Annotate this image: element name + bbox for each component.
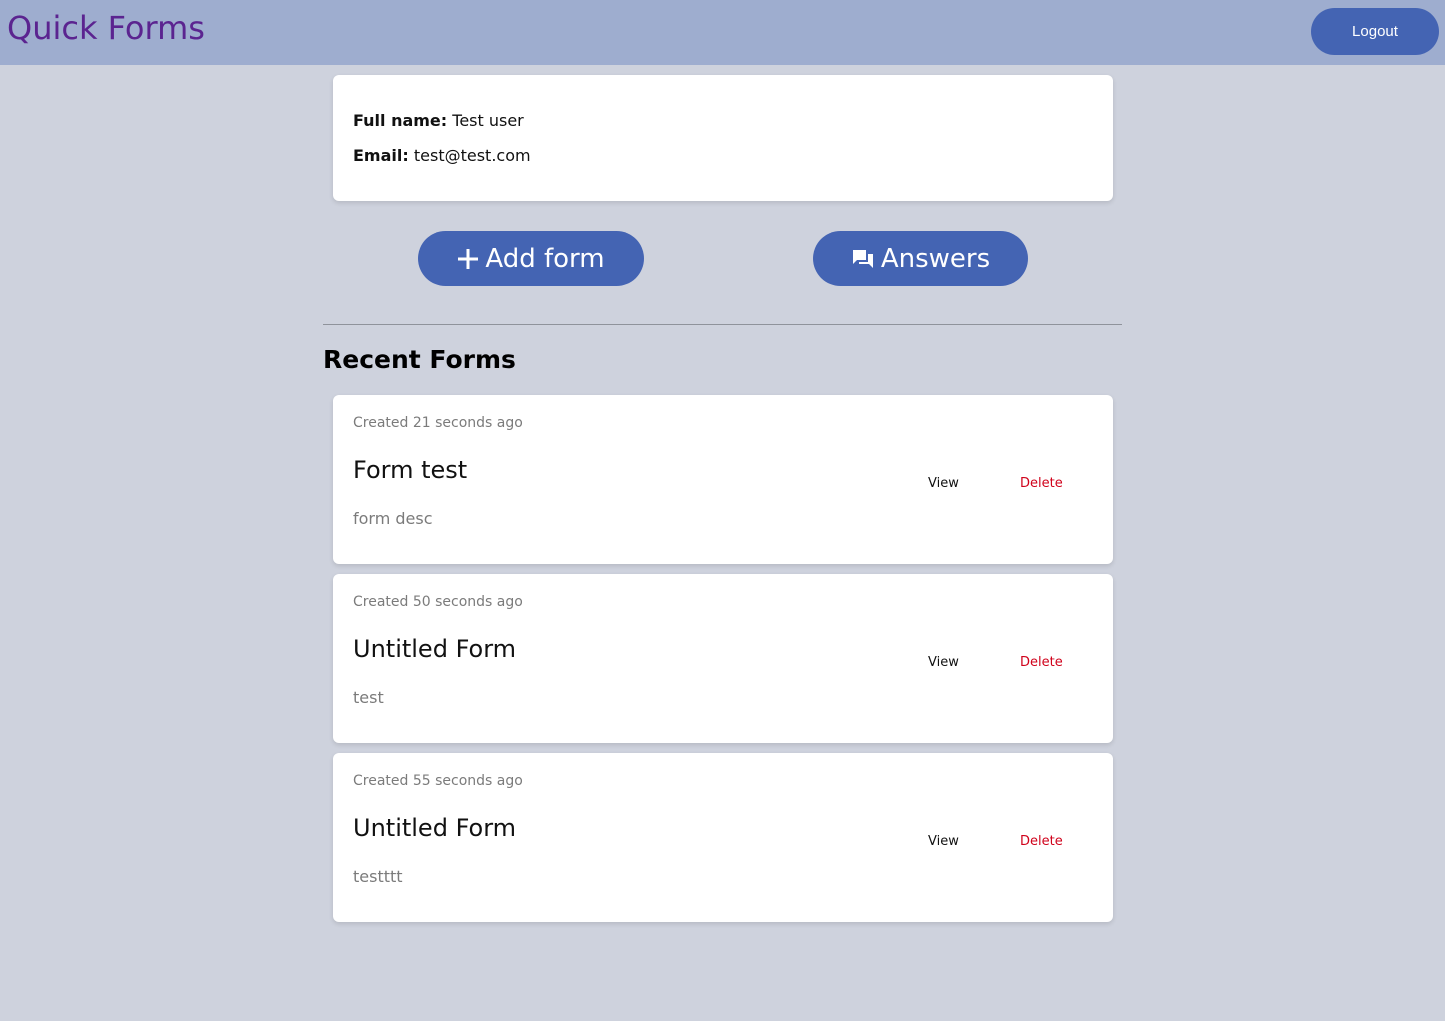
- email-label: Email:: [353, 146, 409, 165]
- logout-button[interactable]: Logout: [1311, 8, 1439, 55]
- form-card: Created 21 seconds ago Form test form de…: [333, 395, 1113, 564]
- profile-card: Full name: Test user Email: test@test.co…: [333, 75, 1113, 201]
- form-description: testttt: [353, 867, 403, 886]
- recent-forms-title: Recent Forms: [323, 345, 516, 374]
- delete-form-button[interactable]: Delete: [1020, 834, 1063, 849]
- view-form-button[interactable]: View: [928, 476, 959, 491]
- chat-icon: [851, 248, 875, 270]
- delete-form-button[interactable]: Delete: [1020, 476, 1063, 491]
- form-title: Untitled Form: [353, 635, 517, 663]
- profile-email-row: Email: test@test.com: [353, 146, 531, 165]
- section-divider: [323, 324, 1122, 325]
- form-card: Created 50 seconds ago Untitled Form tes…: [333, 574, 1113, 743]
- plus-icon: [457, 248, 479, 270]
- view-form-button[interactable]: View: [928, 834, 959, 849]
- top-header: Quick Forms Logout: [0, 0, 1445, 65]
- email-value: test@test.com: [413, 146, 531, 165]
- delete-form-button[interactable]: Delete: [1020, 655, 1063, 670]
- add-form-label: Add form: [485, 243, 605, 274]
- form-title: Untitled Form: [353, 814, 517, 842]
- form-title: Form test: [353, 456, 468, 484]
- form-card: Created 55 seconds ago Untitled Form tes…: [333, 753, 1113, 922]
- add-form-button[interactable]: Add form: [418, 231, 644, 286]
- form-created-time: Created 21 seconds ago: [353, 415, 523, 431]
- form-description: test: [353, 688, 384, 707]
- profile-name-row: Full name: Test user: [353, 111, 524, 130]
- form-description: form desc: [353, 509, 433, 528]
- app-title: Quick Forms: [7, 9, 205, 47]
- full-name-label: Full name:: [353, 111, 448, 130]
- form-created-time: Created 55 seconds ago: [353, 773, 523, 789]
- answers-button[interactable]: Answers: [813, 231, 1028, 286]
- answers-label: Answers: [880, 243, 991, 274]
- form-created-time: Created 50 seconds ago: [353, 594, 523, 610]
- view-form-button[interactable]: View: [928, 655, 959, 670]
- full-name-value: Test user: [452, 111, 524, 130]
